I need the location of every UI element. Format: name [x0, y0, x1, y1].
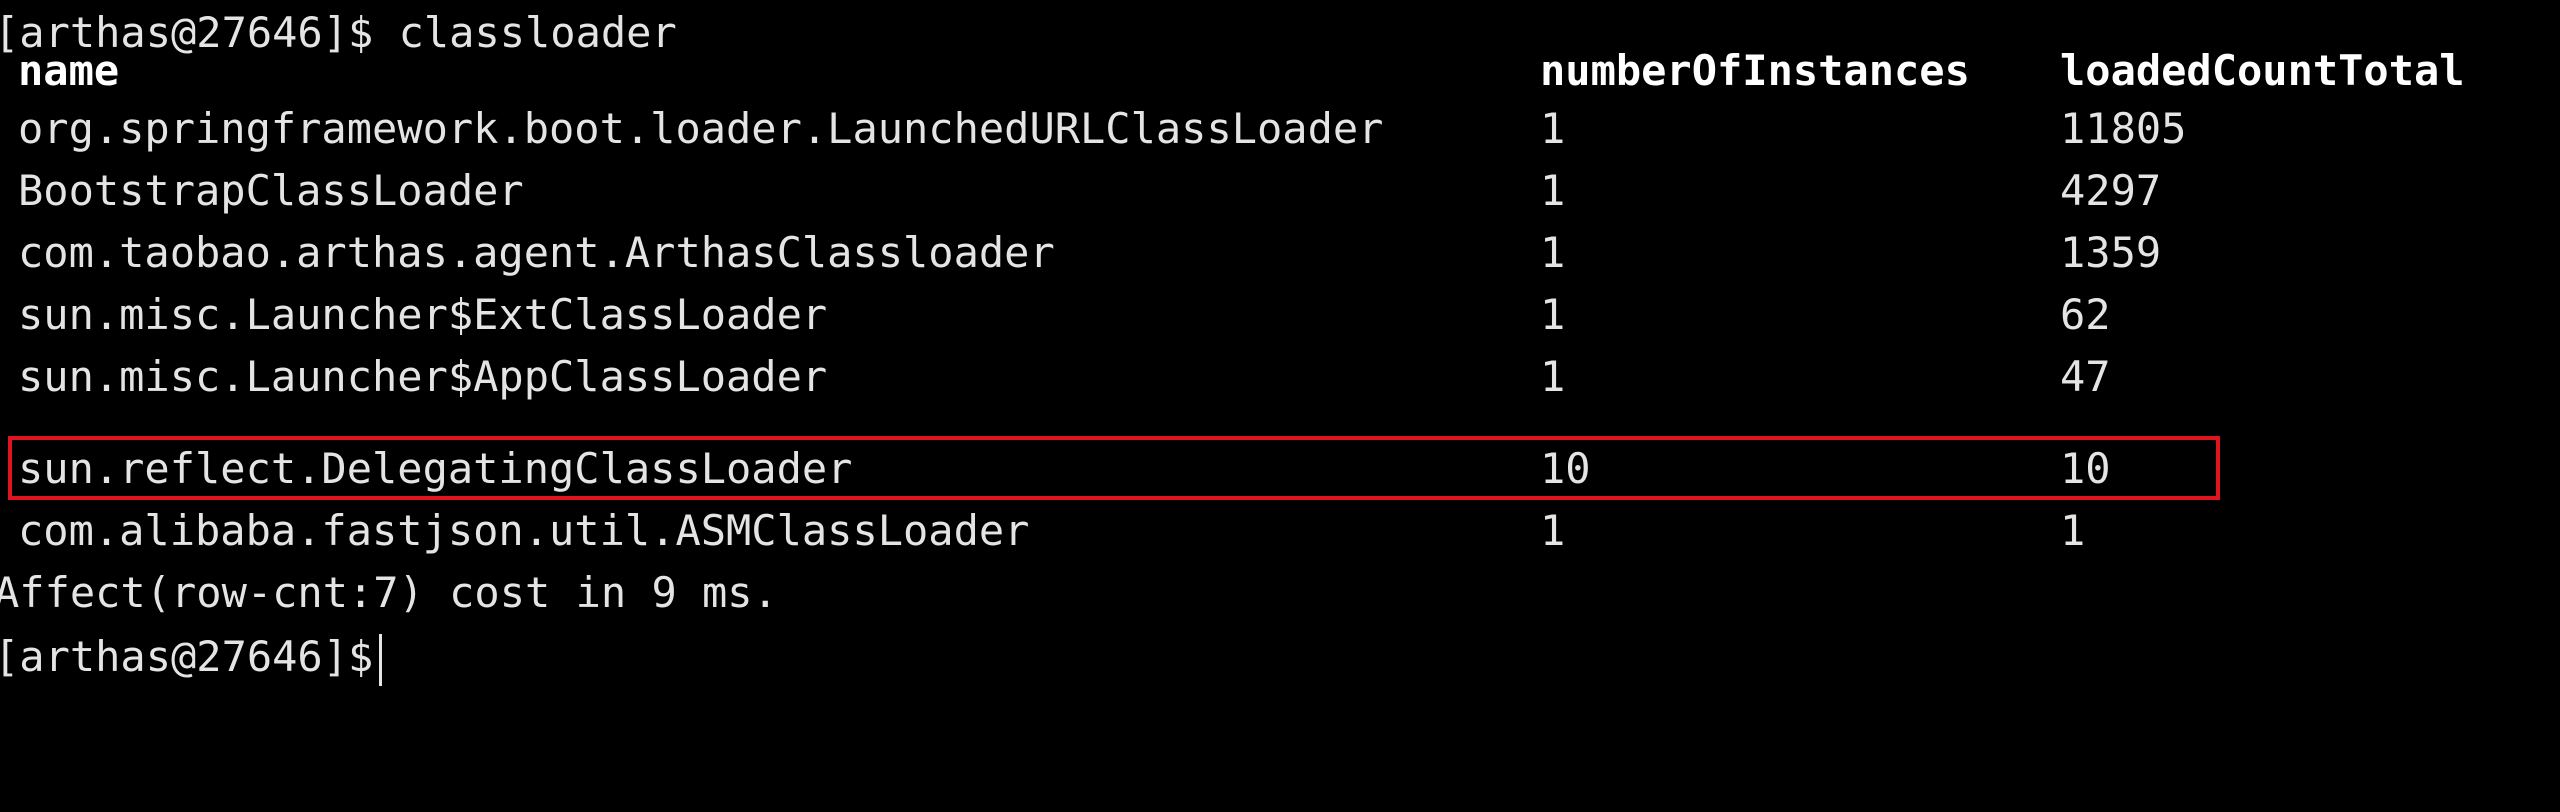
- row-loaded: 11805: [2060, 104, 2187, 153]
- row-name: sun.misc.Launcher$ExtClassLoader: [18, 290, 828, 339]
- row-loaded: 4297: [2060, 166, 2162, 215]
- highlight-box: [8, 436, 2220, 500]
- table-row: BootstrapClassLoader 1 4297: [0, 160, 2161, 222]
- table-header: name numberOfInstances loadedCountTotal: [0, 40, 2465, 102]
- row-name: com.taobao.arthas.agent.ArthasClassloade…: [18, 228, 1055, 277]
- row-loaded: 1359: [2060, 228, 2162, 277]
- command-text: classloader: [398, 8, 677, 57]
- text-cursor: [379, 633, 383, 686]
- row-name: BootstrapClassLoader: [18, 166, 524, 215]
- row-loaded: 47: [2060, 352, 2111, 401]
- summary-text: Affect(row-cnt:7) cost in 9 ms.: [0, 568, 778, 617]
- row-instances: 1: [1540, 352, 1566, 401]
- table-row: com.taobao.arthas.agent.ArthasClassloade…: [0, 222, 2161, 284]
- row-loaded: 1: [2060, 506, 2086, 555]
- table-row: org.springframework.boot.loader.Launched…: [0, 98, 2186, 160]
- table-row: sun.misc.Launcher$AppClassLoader 1 47: [0, 346, 2111, 408]
- row-name: org.springframework.boot.loader.Launched…: [18, 104, 1384, 153]
- prompt: [arthas@27646]$: [0, 626, 383, 688]
- column-header-loaded: loadedCountTotal: [2060, 46, 2465, 95]
- row-instances: 1: [1540, 166, 1566, 215]
- row-name: sun.misc.Launcher$AppClassLoader: [18, 352, 828, 401]
- column-header-instances: numberOfInstances: [1540, 46, 1970, 95]
- row-instances: 1: [1540, 104, 1566, 153]
- row-name: com.alibaba.fastjson.util.ASMClassLoader: [18, 506, 1030, 555]
- column-header-name: name: [18, 46, 120, 95]
- row-instances: 1: [1540, 290, 1566, 339]
- summary-line: Affect(row-cnt:7) cost in 9 ms.: [0, 562, 778, 624]
- row-loaded: 62: [2060, 290, 2111, 339]
- row-instances: 1: [1540, 506, 1566, 555]
- row-instances: 1: [1540, 228, 1566, 277]
- table-row: com.alibaba.fastjson.util.ASMClassLoader…: [0, 500, 2085, 562]
- terminal-window[interactable]: [arthas@27646]$ classloader name numberO…: [0, 0, 2560, 730]
- next-prompt-line[interactable]: [arthas@27646]$: [0, 626, 383, 688]
- table-row: sun.misc.Launcher$ExtClassLoader 1 62: [0, 284, 2111, 346]
